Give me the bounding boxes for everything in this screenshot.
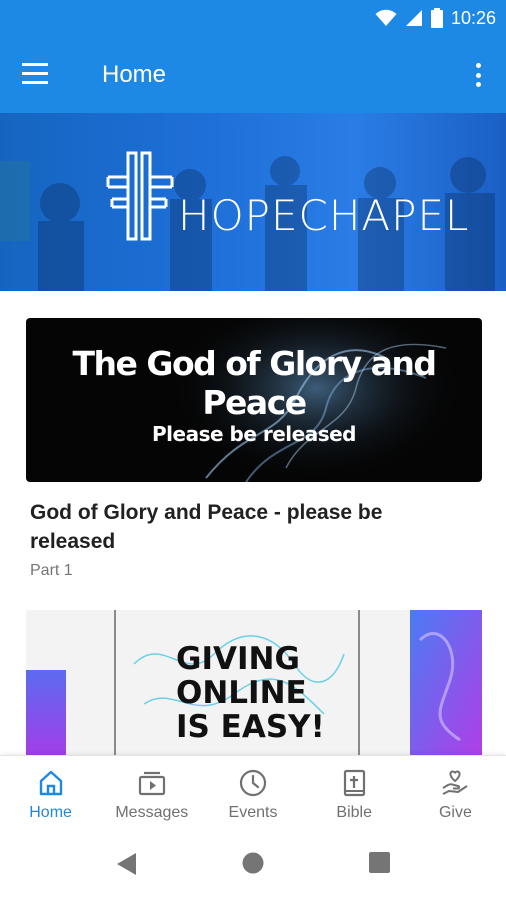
nav-home[interactable]: Home [0, 756, 101, 825]
giving-promo-card[interactable]: GIVING ONLINE IS EASY! [26, 610, 482, 755]
menu-icon[interactable] [22, 63, 56, 87]
messages-icon [138, 771, 165, 796]
nav-messages[interactable]: Messages [101, 756, 202, 825]
bible-icon [344, 769, 366, 797]
nav-messages-label: Messages [115, 804, 189, 821]
bottom-navigation: Home Messages Events Bible Give [0, 755, 506, 825]
status-bar: 10:26 [0, 0, 506, 37]
nav-give[interactable]: Give [405, 756, 506, 825]
promo-text: GIVING ONLINE IS EASY! [176, 642, 325, 744]
give-icon [442, 770, 468, 795]
cross-logo-icon [106, 151, 174, 241]
home-icon [39, 770, 62, 796]
page-title: Home [102, 61, 167, 88]
battery-icon [430, 8, 443, 28]
promo-right-graphic [410, 610, 482, 755]
message-title[interactable]: God of Glory and Peace - please be relea… [30, 498, 470, 556]
banner-subtitle: Please be released [152, 422, 356, 446]
promo-line-1: GIVING [176, 641, 300, 677]
status-icons: 10:26 [375, 7, 496, 29]
nav-give-label: Give [438, 804, 472, 821]
recents-icon[interactable] [369, 852, 391, 874]
nav-bible[interactable]: Bible [304, 756, 405, 825]
promo-divider-left [114, 610, 116, 755]
nav-events-label: Events [228, 804, 278, 821]
system-navigation-bar [0, 825, 506, 900]
promo-divider-right [358, 610, 360, 755]
promo-line-2: ONLINE [176, 675, 307, 711]
nav-bible-label: Bible [336, 804, 372, 821]
wifi-icon [375, 9, 397, 26]
promo-left-graphic [26, 670, 66, 755]
hope-chapel-logo: HOPECHAPEL [106, 151, 469, 243]
featured-message-banner[interactable]: The God of Glory and Peace Please be rel… [26, 318, 482, 482]
app-bar: Home [0, 37, 506, 113]
hero-logo-text: HOPECHAPEL [178, 191, 470, 240]
clock-icon [239, 769, 267, 797]
status-time: 10:26 [450, 7, 496, 28]
banner-title: The God of Glory and Peace [72, 344, 438, 422]
back-icon[interactable] [116, 852, 138, 876]
nav-events[interactable]: Events [202, 756, 303, 825]
home-circle-icon[interactable] [242, 852, 264, 874]
signal-icon [405, 10, 422, 26]
promo-line-3: IS EASY! [176, 709, 325, 745]
message-subtitle: Part 1 [30, 562, 73, 579]
hero-banner: HOPECHAPEL [0, 113, 506, 291]
more-options-icon[interactable] [468, 59, 488, 91]
nav-home-label: Home [29, 804, 72, 821]
